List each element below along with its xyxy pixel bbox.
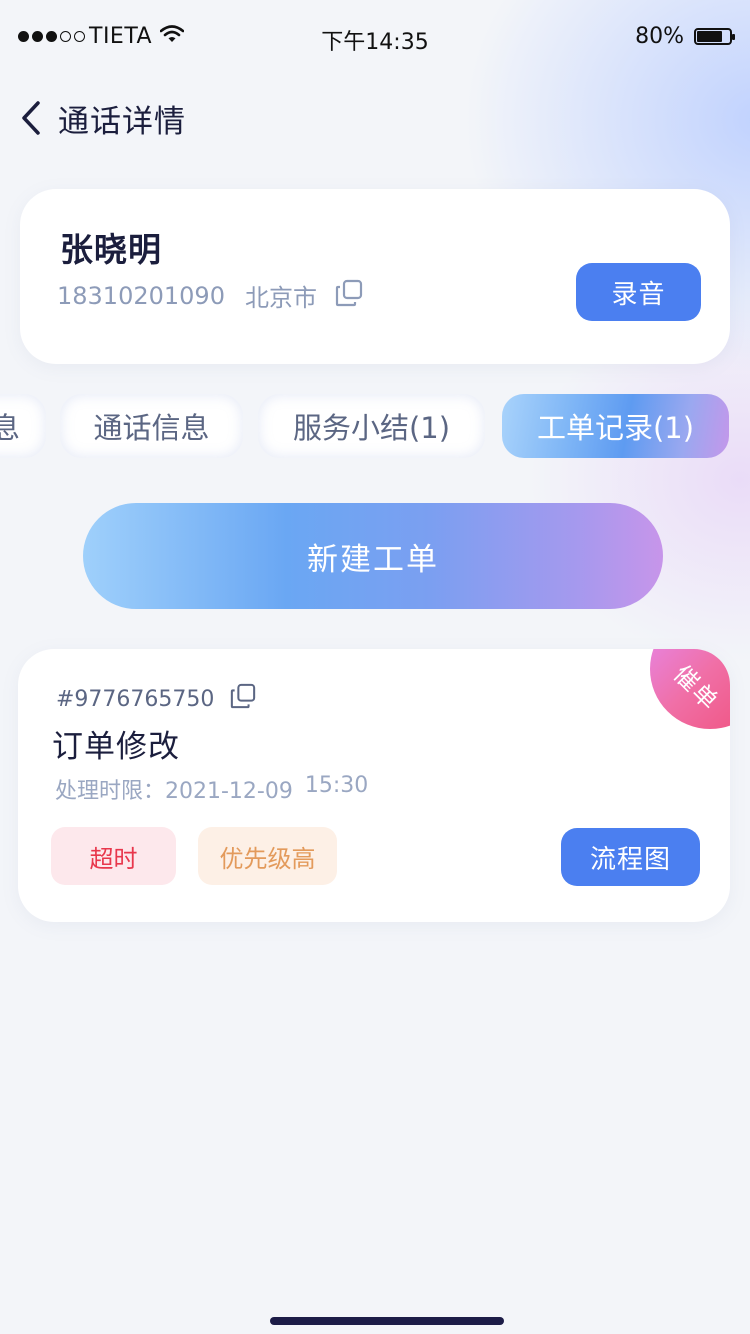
nav-header: 通话详情 <box>0 92 750 142</box>
status-bar: TIETA 下午14:35 80% <box>0 0 750 72</box>
order-title: 订单修改 <box>52 729 180 765</box>
flowchart-button[interactable]: 流程图 <box>561 828 700 886</box>
new-work-order-button[interactable]: 新建工单 <box>83 503 663 609</box>
contact-name: 张晓明 <box>60 230 162 269</box>
copy-icon[interactable] <box>230 683 256 715</box>
contact-card: 张晓明 18310201090 北京市 录音 <box>20 189 730 364</box>
priority-tag: 优先级高 <box>198 827 337 885</box>
page-title: 通话详情 <box>58 104 186 140</box>
contact-info: 18310201090 北京市 <box>57 278 363 313</box>
tab-work-order-records[interactable]: 工单记录(1) <box>502 394 729 458</box>
tab-bar: 息 通话信息 服务小结(1) 工单记录(1) <box>0 394 750 458</box>
battery-percent: 80% <box>635 24 684 49</box>
recording-button[interactable]: 录音 <box>576 263 701 321</box>
order-number: #9776765750 <box>56 686 215 712</box>
order-number-row: #9776765750 <box>56 683 256 715</box>
status-right: 80% <box>635 24 735 49</box>
home-indicator <box>270 1317 504 1325</box>
contact-city: 北京市 <box>244 284 317 312</box>
deadline-time: 15:30 <box>304 773 369 798</box>
back-button[interactable] <box>16 98 46 138</box>
copy-icon[interactable] <box>335 279 363 313</box>
order-deadline: 处理时限：2021-12-09 15:30 <box>55 773 368 805</box>
work-order-card[interactable]: 催单 #9776765750 订单修改 处理时限：2021-12-09 15:3… <box>18 649 730 922</box>
tab-service-summary[interactable]: 服务小结(1) <box>258 394 485 458</box>
deadline-date: 处理时限：2021-12-09 <box>55 779 293 804</box>
chevron-left-icon <box>22 101 40 135</box>
tab-basic-info[interactable]: 息 <box>0 394 46 458</box>
contact-phone: 18310201090 <box>57 281 225 310</box>
battery-icon <box>694 28 735 45</box>
timeout-tag: 超时 <box>51 827 176 885</box>
tab-call-info[interactable]: 通话信息 <box>60 394 243 458</box>
